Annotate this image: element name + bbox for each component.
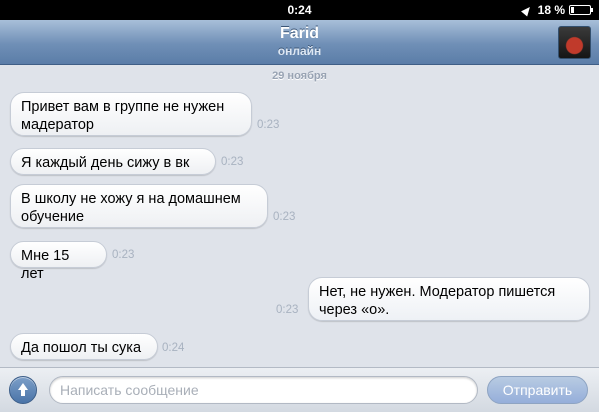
message-time: 0:23: [257, 119, 280, 131]
message-line: В школу не хожу я на домашнем: [21, 191, 241, 207]
message-input[interactable]: [49, 376, 478, 404]
send-button[interactable]: Отправить: [487, 376, 588, 404]
message-time: 0:23: [221, 156, 244, 168]
message-line: обучение: [21, 209, 85, 225]
contact-status: онлайн: [277, 44, 322, 58]
message-bubble-incoming[interactable]: Мне 15 лет: [10, 241, 107, 282]
message-bubble-incoming[interactable]: Да пошол ты сука: [10, 333, 158, 360]
attach-button[interactable]: [9, 376, 37, 404]
status-right: 18 %: [520, 3, 593, 17]
message-line: Нет, не нужен. Модератор пишется: [319, 284, 556, 300]
composer-bar: Отправить: [0, 367, 599, 412]
message-bubble-incoming[interactable]: Я каждый день сижу в вк: [10, 148, 216, 175]
message-line: Мне 15 лет: [21, 248, 70, 282]
status-bar: 0:24 18 %: [0, 0, 599, 20]
message-time: 0:24: [162, 342, 185, 354]
message-bubble-incoming[interactable]: В школу не хожу я на домашнем обучение: [10, 184, 268, 228]
date-separator: 29 ноября: [272, 70, 327, 82]
message-bubble-incoming[interactable]: Привет вам в группе не нужен мадератор: [10, 92, 252, 136]
message-bubble-outgoing[interactable]: Нет, не нужен. Модератор пишется через «…: [308, 277, 590, 321]
message-line: Да пошол ты сука: [21, 340, 142, 356]
message-list[interactable]: 29 ноября Привет вам в группе не нужен м…: [0, 66, 599, 368]
message-time: 0:23: [112, 249, 135, 261]
battery-percent: 18 %: [537, 3, 565, 17]
contact-name: Farid: [279, 25, 320, 42]
message-time: 0:23: [276, 304, 299, 316]
message-line: Привет вам в группе не нужен: [21, 99, 225, 115]
status-time: 0:24: [287, 3, 312, 17]
message-line: через «о».: [319, 302, 390, 318]
message-line: Я каждый день сижу в вк: [21, 155, 190, 171]
location-arrow-icon: [520, 3, 533, 17]
message-time: 0:23: [273, 211, 296, 223]
battery-icon: [569, 5, 593, 15]
chat-header: Farid онлайн: [0, 20, 599, 65]
avatar[interactable]: [558, 26, 591, 59]
message-line: мадератор: [21, 117, 94, 133]
